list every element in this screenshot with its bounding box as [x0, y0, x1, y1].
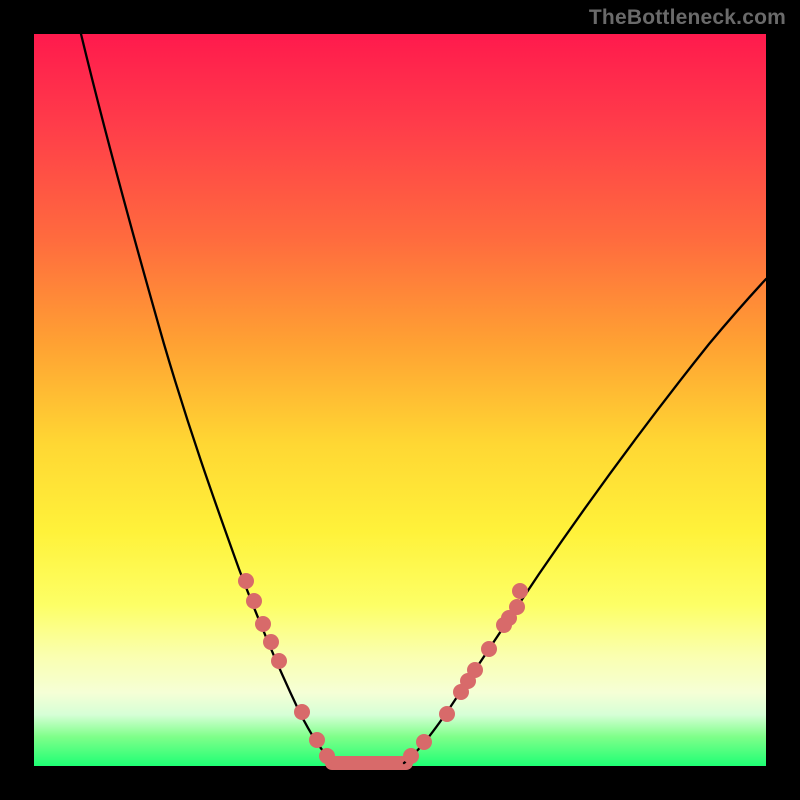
chart-svg — [34, 34, 766, 766]
markers-right — [403, 583, 528, 764]
plot-area — [34, 34, 766, 766]
left-curve — [81, 34, 334, 763]
watermark-text: TheBottleneck.com — [589, 6, 786, 30]
outer-frame: TheBottleneck.com — [0, 0, 800, 800]
markers-left — [238, 573, 335, 764]
